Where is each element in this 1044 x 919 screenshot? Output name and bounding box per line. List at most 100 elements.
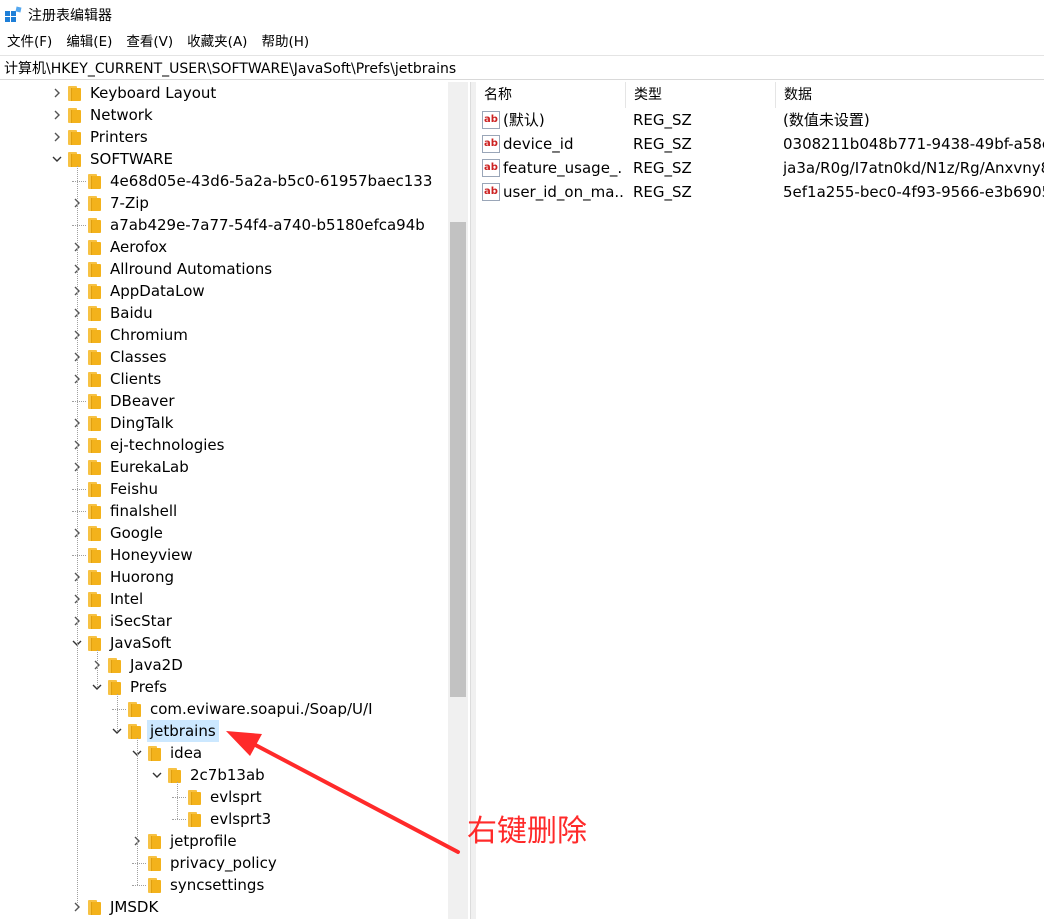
chevron-right-icon[interactable] [50, 126, 64, 148]
tree-node[interactable]: privacy_policy [0, 852, 446, 874]
tree-node[interactable]: 4e68d05e-43d6-5a2a-b5c0-61957baec133 [0, 170, 446, 192]
folder-icon [108, 680, 122, 695]
tree-node-label: Java2D [130, 656, 183, 674]
tree-node[interactable]: jetprofile [0, 830, 446, 852]
tree-node-label: evlsprt [210, 788, 262, 806]
folder-icon [88, 372, 102, 387]
value-row[interactable]: ab device_id REG_SZ 0308211b048b771-9438-49… [476, 132, 1044, 156]
tree-node-label: EurekaLab [110, 458, 189, 476]
tree-node[interactable]: SOFTWARE [0, 148, 446, 170]
tree-node[interactable]: Aerofox [0, 236, 446, 258]
address-bar[interactable]: 计算机\HKEY_CURRENT_USER\SOFTWARE\JavaSoft\… [0, 55, 1044, 80]
tree-node[interactable]: Prefs [0, 676, 446, 698]
tree-scrollbar-thumb[interactable] [450, 222, 466, 697]
tree-node[interactable]: DingTalk [0, 412, 446, 434]
tree-node[interactable]: Network [0, 104, 446, 126]
tree-node[interactable]: AppDataLow [0, 280, 446, 302]
folder-icon [68, 152, 82, 167]
tree-node[interactable]: finalshell [0, 500, 446, 522]
value-row[interactable]: ab feature_usage_... REG_SZ ja3a/R0g/I7atn0… [476, 156, 1044, 180]
value-row[interactable]: ab user_id_on_ma... REG_SZ 5ef1a255-bec0-4f… [476, 180, 1044, 204]
menu-help[interactable]: 帮助(H) [254, 30, 316, 54]
folder-icon [68, 108, 82, 123]
tree-node[interactable]: EurekaLab [0, 456, 446, 478]
tree-node[interactable]: evlsprt3 [0, 808, 446, 830]
column-header-data[interactable]: 数据 [776, 82, 1044, 108]
tree-node-label: 2c7b13ab [190, 766, 265, 784]
tree-node[interactable]: Huorong [0, 566, 446, 588]
value-type: REG_SZ [633, 111, 692, 129]
value-data: (数值未设置) [783, 111, 870, 129]
tree-node[interactable]: idea [0, 742, 446, 764]
folder-icon [188, 790, 202, 805]
tree-node[interactable]: JavaSoft [0, 632, 446, 654]
menu-view[interactable]: 查看(V) [119, 30, 180, 54]
chevron-down-icon[interactable] [150, 764, 164, 786]
tree-scrollbar[interactable] [448, 82, 468, 919]
column-header-name[interactable]: 名称 [476, 82, 626, 108]
tree-node-label: ej-technologies [110, 436, 225, 454]
tree-node[interactable]: 2c7b13ab [0, 764, 446, 786]
folder-icon [88, 900, 102, 915]
tree-node[interactable]: Honeyview [0, 544, 446, 566]
tree-node[interactable]: Google [0, 522, 446, 544]
folder-icon [88, 592, 102, 607]
string-value-icon: ab [482, 159, 500, 177]
menu-file[interactable]: 文件(F) [0, 30, 59, 54]
tree-node[interactable]: com.eviware.soapui./Soap/U/I [0, 698, 446, 720]
value-list-pane[interactable]: 名称 类型 数据 ab (默认) REG_SZ (数值未设置) ab device_id R… [476, 82, 1044, 919]
menu-bar: 文件(F) 编辑(E) 查看(V) 收藏夹(A) 帮助(H) [0, 30, 1044, 54]
folder-icon [88, 438, 102, 453]
folder-icon [128, 702, 142, 717]
column-header-type[interactable]: 类型 [626, 82, 776, 108]
tree-node[interactable]: Clients [0, 368, 446, 390]
tree-node-label: idea [170, 744, 203, 762]
menu-edit[interactable]: 编辑(E) [59, 30, 119, 54]
tree-node[interactable]: Intel [0, 588, 446, 610]
tree-node[interactable]: jetbrains [0, 720, 446, 742]
tree-guide-line [137, 738, 138, 885]
tree-node[interactable]: DBeaver [0, 390, 446, 412]
value-data: 5ef1a255-bec0-4f93-9566-e3b6905 [783, 183, 1044, 201]
tree-node[interactable]: Allround Automations [0, 258, 446, 280]
value-name: feature_usage_... [503, 159, 623, 177]
key-tree-pane[interactable]: Keyboard Layout Network Printers SOFTWARE 4e… [0, 82, 470, 919]
value-row[interactable]: ab (默认) REG_SZ (数值未设置) [476, 108, 1044, 132]
tree-node-label: syncsettings [170, 876, 265, 894]
tree-node-label: SOFTWARE [90, 150, 174, 168]
chevron-right-icon[interactable] [50, 82, 64, 104]
folder-icon [188, 812, 202, 827]
folder-icon [168, 768, 182, 783]
tree-node[interactable]: Feishu [0, 478, 446, 500]
tree-node-label: Huorong [110, 568, 175, 586]
tree-node[interactable]: Chromium [0, 324, 446, 346]
tree-node[interactable]: a7ab429e-7a77-54f4-a740-b5180efca94b [0, 214, 446, 236]
tree-node[interactable]: Classes [0, 346, 446, 368]
chevron-down-icon[interactable] [50, 148, 64, 170]
value-data: 0308211b048b771-9438-49bf-a58e [783, 135, 1044, 153]
folder-icon [108, 658, 122, 673]
string-value-icon: ab [482, 135, 500, 153]
tree-node[interactable]: Printers [0, 126, 446, 148]
tree-node[interactable]: JMSDK [0, 896, 446, 918]
tree-node-label: jetbrains [147, 720, 219, 742]
menu-favorites[interactable]: 收藏夹(A) [180, 30, 254, 54]
string-value-icon: ab [482, 111, 500, 129]
tree-node[interactable]: Keyboard Layout [0, 82, 446, 104]
folder-icon [128, 724, 142, 739]
tree-node-label: Google [110, 524, 163, 542]
tree-node-label: Chromium [110, 326, 188, 344]
tree-node[interactable]: 7-Zip [0, 192, 446, 214]
tree-node[interactable]: Java2D [0, 654, 446, 676]
folder-icon [88, 570, 102, 585]
tree-node[interactable]: syncsettings [0, 874, 446, 896]
folder-icon [88, 526, 102, 541]
tree-node[interactable]: ej-technologies [0, 434, 446, 456]
chevron-right-icon[interactable] [50, 104, 64, 126]
tree-node-label: Baidu [110, 304, 153, 322]
tree-guide-line [117, 694, 118, 731]
tree-node[interactable]: iSecStar [0, 610, 446, 632]
string-value-icon: ab [482, 183, 500, 201]
tree-node[interactable]: Baidu [0, 302, 446, 324]
tree-node[interactable]: evlsprt [0, 786, 446, 808]
